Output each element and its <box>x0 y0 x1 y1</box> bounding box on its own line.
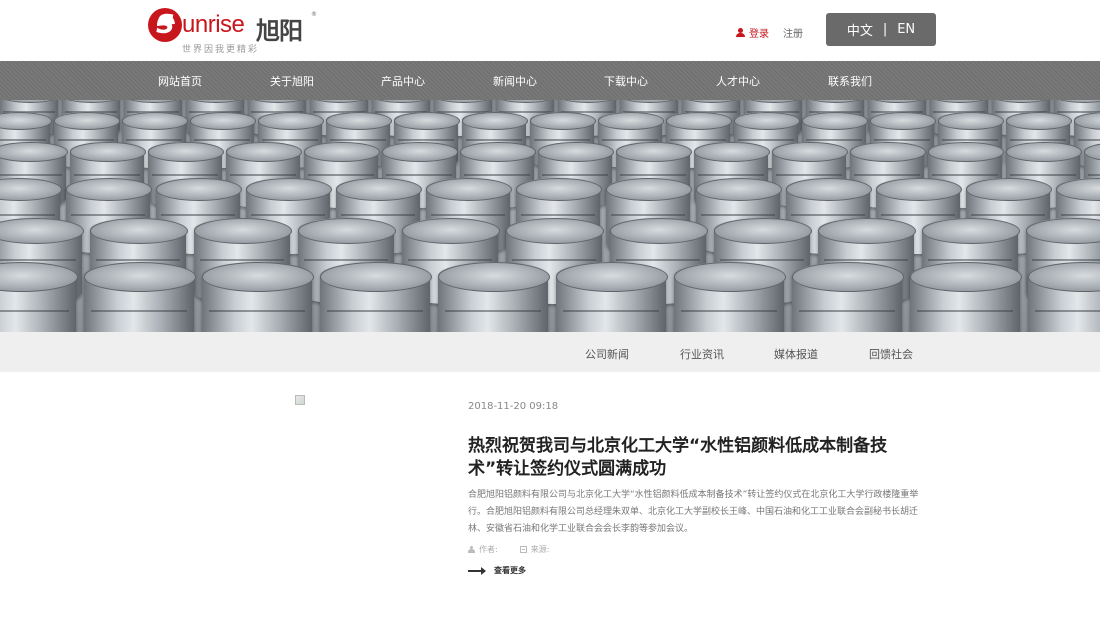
paint-can <box>792 262 904 332</box>
nav-contact[interactable]: 联系我们 <box>828 73 872 89</box>
subnav-industry-news[interactable]: 行业资讯 <box>680 346 724 362</box>
author-label: 作者: <box>479 545 498 554</box>
lang-english[interactable]: EN <box>897 22 915 37</box>
site-header: S unrise 旭阳 ® 世界因我更精彩 登录 注册 中文 | EN <box>0 0 1100 61</box>
article-thumbnail-broken-image[interactable] <box>295 395 305 405</box>
banner-image <box>0 100 1100 332</box>
source-label: 来源: <box>530 545 550 554</box>
source-icon <box>519 546 527 553</box>
nav-products[interactable]: 产品中心 <box>381 73 425 89</box>
user-icon <box>736 28 745 37</box>
paint-can <box>556 262 668 332</box>
paint-can <box>320 262 432 332</box>
nav-about[interactable]: 关于旭阳 <box>270 73 314 89</box>
logo-word: unrise <box>182 11 245 38</box>
language-switcher: 中文 | EN <box>826 13 936 46</box>
register-link[interactable]: 注册 <box>783 25 803 40</box>
paint-can <box>438 262 550 332</box>
main-nav: 网站首页 关于旭阳 产品中心 新闻中心 下载中心 人才中心 联系我们 <box>0 61 1100 100</box>
login-label: 登录 <box>749 29 769 40</box>
paint-can <box>84 262 196 332</box>
nav-news[interactable]: 新闻中心 <box>493 73 537 89</box>
arrow-right-icon <box>468 566 486 575</box>
trademark-mark: ® <box>311 11 317 18</box>
lang-chinese[interactable]: 中文 <box>847 20 873 39</box>
subnav-social-giveback[interactable]: 回馈社会 <box>869 346 913 362</box>
author-icon <box>468 546 475 553</box>
sunrise-logo[interactable]: S unrise 旭阳 ® 世界因我更精彩 <box>148 8 318 55</box>
logo-slogan: 世界因我更精彩 <box>182 45 260 55</box>
paint-can <box>0 262 78 332</box>
logo-initial: S <box>156 10 175 40</box>
subnav-media-reports[interactable]: 媒体报道 <box>774 346 818 362</box>
paint-can <box>910 262 1022 332</box>
paint-can <box>1028 262 1100 332</box>
article-meta: 作者: 来源: <box>468 544 549 555</box>
news-subnav: 公司新闻 行业资讯 媒体报道 回馈社会 <box>0 332 1100 372</box>
nav-downloads[interactable]: 下载中心 <box>604 73 648 89</box>
nav-careers[interactable]: 人才中心 <box>716 73 760 89</box>
article-date: 2018-11-20 09:18 <box>468 401 559 412</box>
lang-separator: | <box>882 22 888 37</box>
nav-home[interactable]: 网站首页 <box>158 73 202 89</box>
paint-can <box>202 262 314 332</box>
subnav-company-news[interactable]: 公司新闻 <box>585 346 629 362</box>
read-more-label: 查看更多 <box>494 566 526 575</box>
article-title[interactable]: 热烈祝贺我司与北京化工大学“水性铝颜料低成本制备技术”转让签约仪式圆满成功 <box>468 435 928 481</box>
read-more-link[interactable]: 查看更多 <box>468 565 526 576</box>
paint-can <box>674 262 786 332</box>
login-link[interactable]: 登录 <box>736 25 769 40</box>
article-source: 来源: <box>519 544 550 555</box>
logo-chinese: 旭阳 <box>256 17 303 45</box>
article-summary: 合肥旭阳铝颜料有限公司与北京化工大学“水性铝颜料低成本制备技术”转让签约仪式在北… <box>468 490 919 534</box>
article-author: 作者: <box>468 544 498 555</box>
